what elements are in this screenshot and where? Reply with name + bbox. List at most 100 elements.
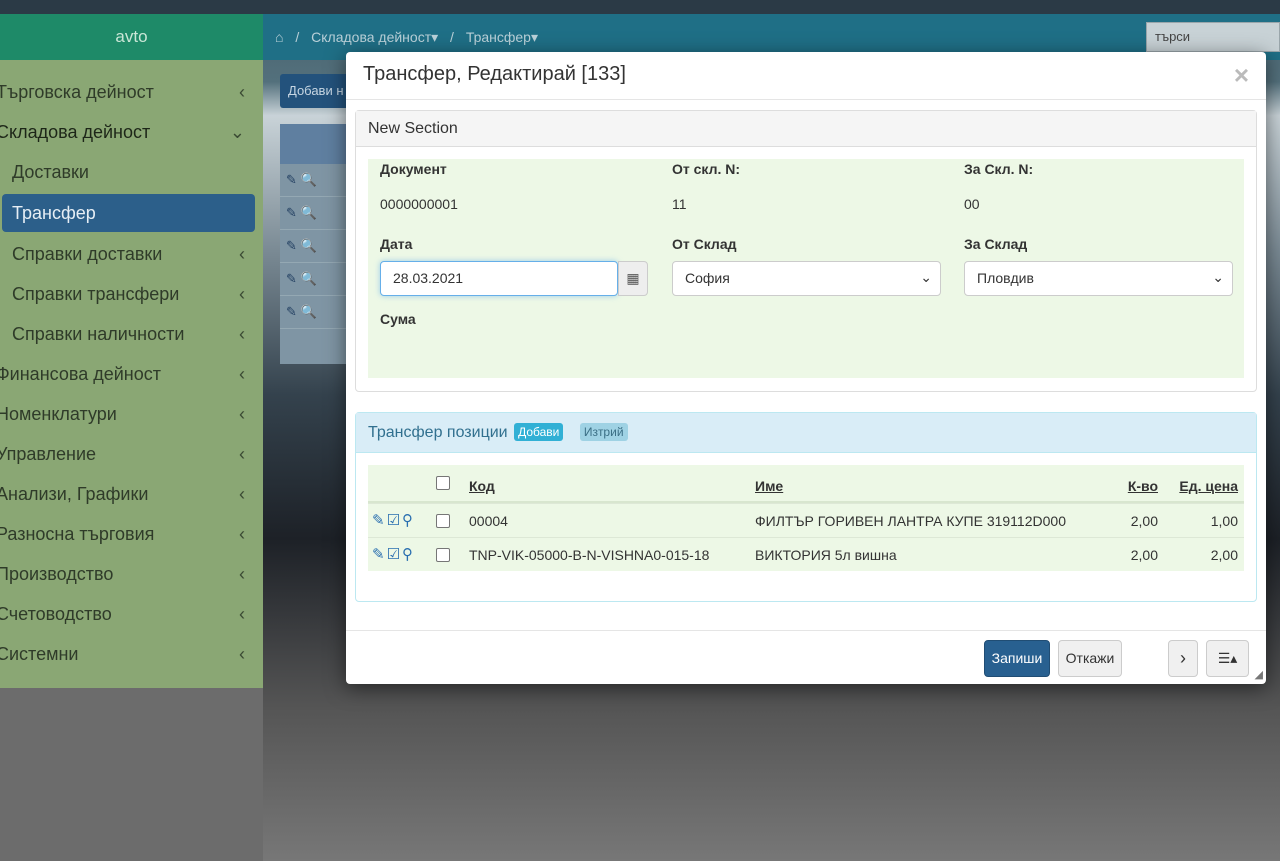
sidebar-item-finance[interactable]: Финансова дейност ‹ xyxy=(0,354,263,394)
sidebar-item-transfer-reports[interactable]: Справки трансфери ‹ xyxy=(0,274,263,314)
sidebar-item-management[interactable]: Управление ‹ xyxy=(0,434,263,474)
sum-label: Сума xyxy=(380,311,416,327)
background-table: ✎ 🔍 ✎ 🔍 ✎ 🔍 ✎ 🔍 ✎ 🔍 xyxy=(280,124,346,364)
chevron-left-icon: ‹ xyxy=(239,444,245,464)
sidebar-item-trade[interactable]: Търговска дейност ‹ xyxy=(0,72,263,112)
from-store-no-value: 11 xyxy=(672,196,687,212)
chevron-left-icon: ‹ xyxy=(239,244,245,264)
cancel-button[interactable]: Откажи xyxy=(1058,640,1122,677)
positions-panel: Трансфер позиции Добави Изтрий Код Име К… xyxy=(355,412,1257,602)
column-code[interactable]: Код xyxy=(469,478,495,494)
sidebar-item-stock-reports[interactable]: Справки наличности ‹ xyxy=(0,314,263,354)
to-store-label: За Склад xyxy=(964,236,1028,252)
cell-qty: 2,00 xyxy=(1130,547,1158,563)
sidebar-item-label: Производство xyxy=(0,564,114,584)
sidebar-item-label: Системни xyxy=(0,644,79,664)
sidebar-item-accounting[interactable]: Счетоводство ‹ xyxy=(0,594,263,634)
select-all-checkbox[interactable] xyxy=(436,476,450,490)
to-store-value: Пловдив xyxy=(977,270,1034,286)
sidebar-item-warehouse[interactable]: Складова дейност ⌄ xyxy=(0,112,263,152)
row-actions: ✎☑⚲ xyxy=(372,511,415,529)
add-new-button[interactable]: Добави н xyxy=(280,74,350,108)
section-panel: New Section Документ 0000000001 От скл. … xyxy=(355,110,1257,392)
chevron-left-icon: ‹ xyxy=(239,404,245,424)
table-row[interactable]: ✎ 🔍 xyxy=(280,230,346,263)
modal-header: Трансфер, Редактирай [133] × xyxy=(346,52,1266,100)
search-icon[interactable]: ⚲ xyxy=(402,512,415,529)
column-name[interactable]: Име xyxy=(755,478,783,494)
sidebar-item-nomenclatures[interactable]: Номенклатури ‹ xyxy=(0,394,263,434)
close-icon[interactable]: × xyxy=(1234,60,1249,91)
cell-code: TNP-VIK-05000-B-N-VISHNA0-015-18 xyxy=(469,547,710,563)
sidebar-item-label: Справки наличности xyxy=(12,324,185,344)
table-row[interactable]: ✎☑⚲ 00004 ФИЛТЪР ГОРИВЕН ЛАНТРА КУПЕ 319… xyxy=(368,503,1244,537)
chevron-left-icon: ‹ xyxy=(239,484,245,504)
chevron-left-icon: ‹ xyxy=(239,284,245,304)
section-title: New Section xyxy=(356,111,1256,147)
sidebar-item-transfer[interactable]: Трансфер xyxy=(2,194,255,232)
resize-handle-icon[interactable]: ◢ xyxy=(1255,668,1263,681)
pencil-icon[interactable]: ✎ xyxy=(372,546,387,563)
to-store-select[interactable]: Пловдив ⌄ xyxy=(964,261,1233,296)
sidebar-item-label: Справки трансфери xyxy=(12,284,180,304)
positions-header: Трансфер позиции Добави Изтрий xyxy=(356,413,1256,453)
from-store-select[interactable]: София ⌄ xyxy=(672,261,941,296)
table-row[interactable]: ✎ 🔍 xyxy=(280,263,346,296)
row-checkbox[interactable] xyxy=(436,548,450,562)
from-store-label: От Склад xyxy=(672,236,737,252)
to-store-no-label: За Скл. N: xyxy=(964,161,1034,177)
sidebar-item-label: Номенклатури xyxy=(0,404,117,424)
row-checkbox[interactable] xyxy=(436,514,450,528)
sidebar-item-analytics[interactable]: Анализи, Графики ‹ xyxy=(0,474,263,514)
to-store-no-value: 00 xyxy=(964,196,980,212)
column-unit-price[interactable]: Ед. цена xyxy=(1179,478,1238,494)
section-body: Документ 0000000001 От скл. N: 11 За Скл… xyxy=(368,159,1244,378)
sidebar-item-label: Анализи, Графики xyxy=(0,484,149,504)
breadcrumb-transfer[interactable]: Трансфер▾ xyxy=(466,29,538,45)
table-row[interactable]: ✎☑⚲ TNP-VIK-05000-B-N-VISHNA0-015-18 ВИК… xyxy=(368,537,1244,571)
transfer-edit-modal: Трансфер, Редактирай [133] × New Section… xyxy=(346,52,1266,684)
breadcrumb-separator: / xyxy=(450,29,454,45)
document-label: Документ xyxy=(380,161,447,177)
sidebar-item-label: Доставки xyxy=(12,162,89,182)
edit-box-icon[interactable]: ☑ xyxy=(387,512,402,529)
calendar-icon[interactable]: ▦ xyxy=(618,261,648,296)
chevron-left-icon: ‹ xyxy=(239,364,245,384)
save-button[interactable]: Запиши xyxy=(984,640,1050,677)
sidebar-item-van-sales[interactable]: Разносна търговия ‹ xyxy=(0,514,263,554)
row-actions: ✎☑⚲ xyxy=(372,545,415,563)
sidebar-item-deliveries[interactable]: Доставки xyxy=(0,152,263,192)
sidebar-item-label: Търговска дейност xyxy=(0,82,154,102)
column-qty[interactable]: К-во xyxy=(1128,478,1158,494)
table-header xyxy=(280,124,346,164)
sidebar-item-label: Трансфер xyxy=(12,203,96,223)
search-input[interactable]: търси xyxy=(1146,22,1280,52)
add-position-button[interactable]: Добави xyxy=(514,423,564,441)
table-row[interactable]: ✎ 🔍 xyxy=(280,296,346,329)
date-field[interactable]: 28.03.2021 xyxy=(380,261,618,296)
cell-name: ВИКТОРИЯ 5л вишна xyxy=(755,547,897,563)
search-icon[interactable]: ⚲ xyxy=(402,546,415,563)
table-header-row: Код Име К-во Ед. цена xyxy=(368,465,1244,503)
browser-top-strip xyxy=(0,0,1280,14)
menu-button[interactable]: ☰▴ xyxy=(1206,640,1249,677)
cell-name: ФИЛТЪР ГОРИВЕН ЛАНТРА КУПЕ 319112D000 xyxy=(755,513,1066,529)
chevron-down-icon: ⌄ xyxy=(1212,269,1224,285)
sidebar: avto Търговска дейност ‹ Складова дейност… xyxy=(0,14,263,688)
delete-position-button[interactable]: Изтрий xyxy=(579,423,628,441)
cell-unit-price: 1,00 xyxy=(1210,513,1238,529)
edit-box-icon[interactable]: ☑ xyxy=(387,546,402,563)
brand-title[interactable]: avto xyxy=(0,14,263,60)
sidebar-item-system[interactable]: Системни ‹ xyxy=(0,634,263,674)
pencil-icon[interactable]: ✎ xyxy=(372,512,387,529)
table-row[interactable]: ✎ 🔍 xyxy=(280,197,346,230)
cell-unit-price: 2,00 xyxy=(1210,547,1238,563)
modal-title: Трансфер, Редактирай [133] xyxy=(363,63,626,85)
breadcrumb-warehouse[interactable]: Складова дейност▾ xyxy=(311,29,438,45)
sidebar-item-delivery-reports[interactable]: Справки доставки ‹ xyxy=(0,234,263,274)
cell-qty: 2,00 xyxy=(1130,513,1158,529)
table-row[interactable]: ✎ 🔍 xyxy=(280,164,346,197)
next-button[interactable]: › xyxy=(1168,640,1198,677)
sidebar-item-production[interactable]: Производство ‹ xyxy=(0,554,263,594)
home-icon[interactable]: ⌂ xyxy=(275,29,283,45)
